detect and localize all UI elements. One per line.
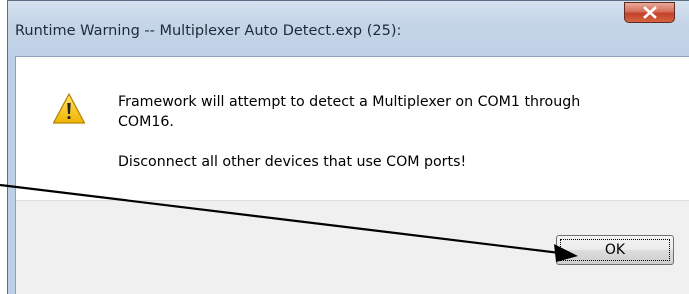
close-button[interactable] xyxy=(624,2,675,23)
message-line-2: Disconnect all other devices that use CO… xyxy=(118,154,467,170)
title-bar[interactable]: Runtime Warning -- Multiplexer Auto Dete… xyxy=(8,1,689,56)
ok-button[interactable]: OK xyxy=(556,235,674,265)
window-title: Runtime Warning -- Multiplexer Auto Dete… xyxy=(15,23,402,39)
screenshot-stage: Runtime Warning -- Multiplexer Auto Dete… xyxy=(0,0,689,294)
message-line-1: Framework will attempt to detect a Multi… xyxy=(118,94,581,130)
button-bar: OK xyxy=(16,200,689,294)
message-text: Framework will attempt to detect a Multi… xyxy=(118,92,638,172)
message-area: Framework will attempt to detect a Multi… xyxy=(16,57,689,200)
close-x-icon xyxy=(642,6,657,19)
warning-triangle-icon xyxy=(52,93,86,124)
dialog-window: Runtime Warning -- Multiplexer Auto Dete… xyxy=(7,0,689,294)
dialog-client-area: Framework will attempt to detect a Multi… xyxy=(15,56,689,294)
ok-button-label: OK xyxy=(560,239,670,261)
